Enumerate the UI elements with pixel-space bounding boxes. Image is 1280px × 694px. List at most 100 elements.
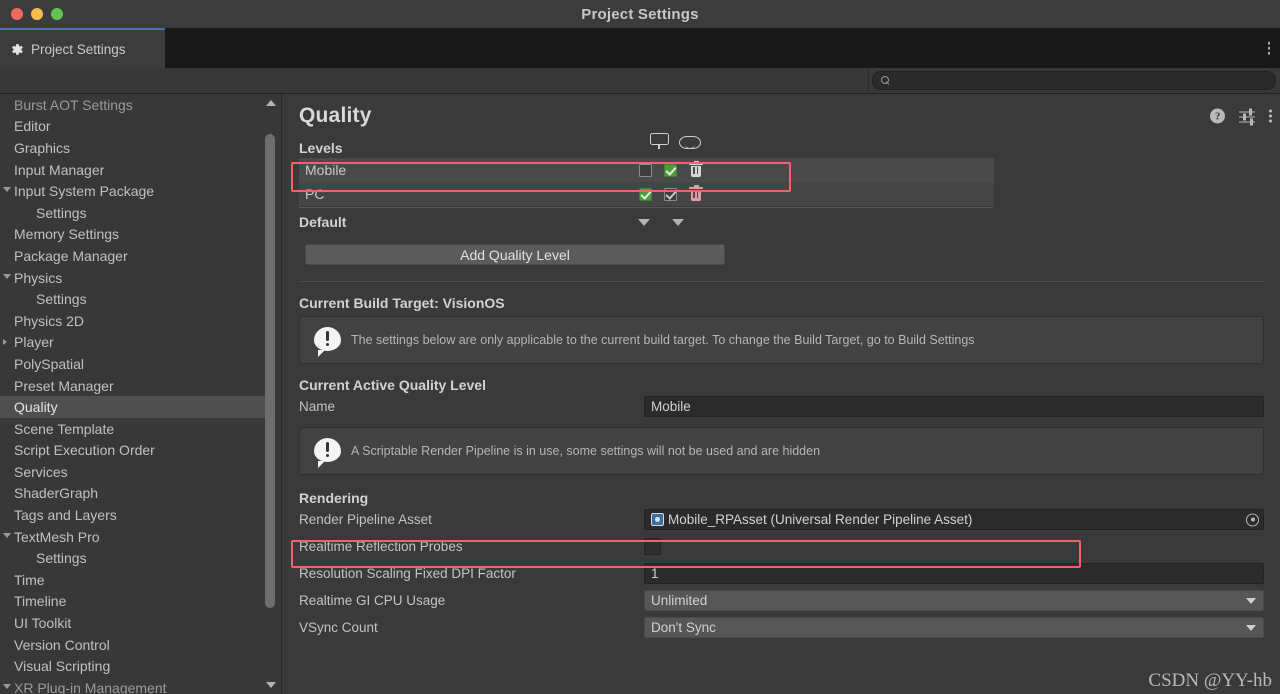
sidebar-item-quality[interactable]: Quality xyxy=(0,396,268,418)
default-label: Default xyxy=(299,214,347,230)
sidebar-item-services[interactable]: Services xyxy=(0,461,281,483)
render-pipeline-asset-row: Render Pipeline Asset Mobile_RPAsset (Un… xyxy=(299,506,1266,533)
vsync-count-dropdown[interactable]: Don't Sync xyxy=(644,617,1264,638)
settings-toolbar xyxy=(0,68,1280,94)
realtime-gi-cpu-usage-dropdown[interactable]: Unlimited xyxy=(644,590,1264,611)
sidebar-item-label: TextMesh Pro xyxy=(14,528,100,545)
object-picker-icon[interactable] xyxy=(1246,513,1259,526)
sidebar-item-burst-aot-settings[interactable]: Burst AOT Settings xyxy=(0,94,281,116)
resolution-scaling-dpi-input[interactable]: 1 xyxy=(644,563,1264,584)
sidebar-item-version-control[interactable]: Version Control xyxy=(0,634,281,656)
vision-headset-icon xyxy=(679,135,701,149)
quality-level-row-mobile[interactable]: Mobile xyxy=(299,158,994,182)
search-input[interactable] xyxy=(895,72,1275,89)
scroll-up-arrow-icon[interactable] xyxy=(266,100,276,106)
sidebar-item-scene-template[interactable]: Scene Template xyxy=(0,418,281,440)
sidebar-scrollbar[interactable] xyxy=(264,94,277,694)
sidebar-item-physics-2d[interactable]: Physics 2D xyxy=(0,310,281,332)
sidebar-item-package-manager[interactable]: Package Manager xyxy=(0,245,281,267)
sidebar-item-label: Package Manager xyxy=(14,247,128,264)
sidebar-item-settings[interactable]: Settings xyxy=(0,547,281,569)
sidebar-item-settings[interactable]: Settings xyxy=(0,202,281,224)
sidebar-item-preset-manager[interactable]: Preset Manager xyxy=(0,375,281,397)
sidebar-item-polyspatial[interactable]: PolySpatial xyxy=(0,353,281,375)
help-icon[interactable]: ? xyxy=(1210,108,1226,124)
sidebar-item-label: Visual Scripting xyxy=(14,658,111,675)
default-desktop-chevron-down-icon[interactable] xyxy=(638,218,650,226)
scroll-down-arrow-icon[interactable] xyxy=(266,682,276,688)
sidebar-item-label: Settings xyxy=(36,550,87,567)
section-divider xyxy=(299,281,1264,282)
tab-project-settings[interactable]: Project Settings xyxy=(0,28,165,68)
sidebar-item-label: Preset Manager xyxy=(14,377,114,394)
foldout-closed-icon[interactable] xyxy=(3,339,7,346)
sidebar-item-xr-plug-in-management[interactable]: XR Plug-in Management xyxy=(0,677,281,694)
preset-settings-icon[interactable] xyxy=(1239,108,1256,125)
sidebar-item-label: Editor xyxy=(14,118,51,135)
sidebar-item-label: Version Control xyxy=(14,636,110,653)
sidebar-item-settings[interactable]: Settings xyxy=(0,288,281,310)
page-title: Quality xyxy=(299,104,372,127)
tab-strip: Project Settings xyxy=(0,28,1280,68)
sidebar-item-ui-toolkit[interactable]: UI Toolkit xyxy=(0,612,281,634)
resolution-scaling-dpi-label: Resolution Scaling Fixed DPI Factor xyxy=(299,566,516,581)
current-active-quality-level-heading: Current Active Quality Level xyxy=(299,377,486,393)
sidebar-item-label: Scene Template xyxy=(14,420,115,437)
srp-help-box: A Scriptable Render Pipeline is in use, … xyxy=(299,427,1264,475)
sidebar-scroll-thumb[interactable] xyxy=(265,134,275,608)
quality-level-row-pc[interactable]: PC xyxy=(299,182,994,206)
vsync-count-row: VSync Count Don't Sync xyxy=(299,614,1266,641)
foldout-open-icon[interactable] xyxy=(3,532,11,541)
sidebar-item-shadergraph[interactable]: ShaderGraph xyxy=(0,483,281,505)
tab-label: Project Settings xyxy=(31,41,126,57)
default-vision-chevron-down-icon[interactable] xyxy=(672,218,684,226)
foldout-open-icon[interactable] xyxy=(3,273,11,282)
name-input[interactable]: Mobile xyxy=(644,396,1264,417)
vision-platform-checkbox[interactable] xyxy=(664,163,677,177)
sidebar-item-visual-scripting[interactable]: Visual Scripting xyxy=(0,655,281,677)
realtime-reflection-probes-row: Realtime Reflection Probes xyxy=(299,533,1266,560)
sidebar-item-input-system-package[interactable]: Input System Package xyxy=(0,180,281,202)
build-target-help-box: The settings below are only applicable t… xyxy=(299,316,1264,364)
search-field[interactable] xyxy=(872,71,1276,90)
quality-level-name: PC xyxy=(305,186,325,202)
settings-body: Burst AOT Settings Editor Graphics Input Ma… xyxy=(0,94,1280,694)
add-quality-level-button[interactable]: Add Quality Level xyxy=(305,244,725,265)
vsync-count-value: Don't Sync xyxy=(651,620,716,635)
sidebar-item-player[interactable]: Player xyxy=(0,332,281,354)
vision-platform-checkbox[interactable] xyxy=(664,187,677,201)
sidebar-item-editor[interactable]: Editor xyxy=(0,116,281,138)
sidebar-item-script-execution-order[interactable]: Script Execution Order xyxy=(0,440,281,462)
foldout-open-icon[interactable] xyxy=(3,187,11,195)
sidebar-item-timeline[interactable]: Timeline xyxy=(0,591,281,613)
tab-overflow-menu-icon[interactable] xyxy=(1267,41,1270,55)
delete-level-icon[interactable] xyxy=(689,160,703,178)
sidebar-item-label: XR Plug-in Management xyxy=(14,679,167,694)
sidebar-item-label: UI Toolkit xyxy=(14,615,72,632)
sidebar-item-label: Input System Package xyxy=(14,183,155,200)
realtime-reflection-probes-checkbox[interactable] xyxy=(644,538,661,555)
content-kebab-menu-icon[interactable] xyxy=(1269,109,1272,123)
rendering-heading: Rendering xyxy=(299,490,369,506)
desktop-platform-checkbox[interactable] xyxy=(639,187,652,201)
sidebar-item-input-manager[interactable]: Input Manager xyxy=(0,159,281,181)
quality-level-controls xyxy=(639,160,703,178)
sidebar-item-textmesh-pro[interactable]: TextMesh Pro xyxy=(0,526,281,548)
quality-level-name: Mobile xyxy=(305,162,347,178)
sidebar-item-tags-and-layers[interactable]: Tags and Layers xyxy=(0,504,281,526)
desktop-platform-checkbox[interactable] xyxy=(639,163,652,177)
sidebar-item-graphics[interactable]: Graphics xyxy=(0,137,281,159)
settings-sidebar[interactable]: Burst AOT Settings Editor Graphics Input Ma… xyxy=(0,94,282,694)
sidebar-item-time[interactable]: Time xyxy=(0,569,281,591)
delete-level-icon[interactable] xyxy=(689,184,703,202)
sidebar-item-label: Quality xyxy=(14,399,58,416)
sidebar-item-label: Player xyxy=(14,334,54,351)
render-pipeline-asset-label: Render Pipeline Asset xyxy=(299,512,432,527)
sidebar-item-memory-settings[interactable]: Memory Settings xyxy=(0,224,281,246)
search-icon xyxy=(881,76,890,85)
sidebar-item-physics[interactable]: Physics xyxy=(0,267,281,289)
warning-icon xyxy=(314,326,341,357)
foldout-open-icon[interactable] xyxy=(3,683,11,692)
render-pipeline-asset-field[interactable]: Mobile_RPAsset (Universal Render Pipelin… xyxy=(644,509,1264,530)
chevron-down-icon xyxy=(1246,624,1256,631)
